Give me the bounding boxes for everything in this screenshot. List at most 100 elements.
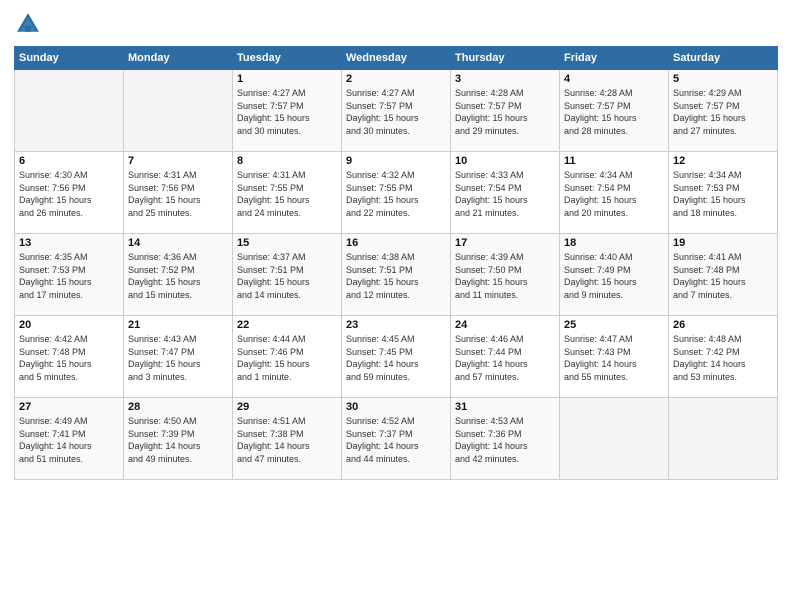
calendar-cell: 12 Sunrise: 4:34 AM Sunset: 7:53 PM Dayli… — [669, 152, 778, 234]
calendar-cell: 21 Sunrise: 4:43 AM Sunset: 7:47 PM Dayli… — [124, 316, 233, 398]
day-info: Sunrise: 4:42 AM Sunset: 7:48 PM Dayligh… — [19, 333, 119, 383]
day-info: Sunrise: 4:32 AM Sunset: 7:55 PM Dayligh… — [346, 169, 446, 219]
logo-icon — [14, 10, 42, 38]
calendar-cell — [560, 398, 669, 480]
day-info: Sunrise: 4:33 AM Sunset: 7:54 PM Dayligh… — [455, 169, 555, 219]
weekday-header-row: SundayMondayTuesdayWednesdayThursdayFrid… — [15, 47, 778, 70]
day-number: 11 — [564, 155, 664, 167]
day-info: Sunrise: 4:53 AM Sunset: 7:36 PM Dayligh… — [455, 415, 555, 465]
day-number: 2 — [346, 73, 446, 85]
day-number: 25 — [564, 319, 664, 331]
calendar-cell: 1 Sunrise: 4:27 AM Sunset: 7:57 PM Daylig… — [233, 70, 342, 152]
calendar-cell: 4Sunrise: 4:28 AM Sunset: 7:57 PM Daylig… — [560, 70, 669, 152]
day-number: 22 — [237, 319, 337, 331]
logo — [14, 10, 46, 38]
day-number: 20 — [19, 319, 119, 331]
day-number: 15 — [237, 237, 337, 249]
day-number: 7 — [128, 155, 228, 167]
calendar-cell: 2 Sunrise: 4:27 AM Sunset: 7:57 PM Daylig… — [342, 70, 451, 152]
day-number: 26 — [673, 319, 773, 331]
calendar-cell: 20 Sunrise: 4:42 AM Sunset: 7:48 PM Dayli… — [15, 316, 124, 398]
calendar-cell: 25 Sunrise: 4:47 AM Sunset: 7:43 PM Dayli… — [560, 316, 669, 398]
day-number: 24 — [455, 319, 555, 331]
day-info: Sunrise: 4:30 AM Sunset: 7:56 PM Dayligh… — [19, 169, 119, 219]
day-info: Sunrise: 4:36 AM Sunset: 7:52 PM Dayligh… — [128, 251, 228, 301]
day-number: 18 — [564, 237, 664, 249]
day-info: Sunrise: 4:46 AM Sunset: 7:44 PM Dayligh… — [455, 333, 555, 383]
header — [14, 10, 778, 38]
day-info: Sunrise: 4:48 AM Sunset: 7:42 PM Dayligh… — [673, 333, 773, 383]
weekday-header-tuesday: Tuesday — [233, 47, 342, 70]
calendar-cell — [124, 70, 233, 152]
calendar-cell: 19 Sunrise: 4:41 AM Sunset: 7:48 PM Dayli… — [669, 234, 778, 316]
day-info: Sunrise: 4:27 AM Sunset: 7:57 PM Dayligh… — [237, 87, 337, 137]
day-number: 21 — [128, 319, 228, 331]
day-info: Sunrise: 4:35 AM Sunset: 7:53 PM Dayligh… — [19, 251, 119, 301]
calendar-cell: 31 Sunrise: 4:53 AM Sunset: 7:36 PM Dayli… — [451, 398, 560, 480]
day-number: 3 — [455, 73, 555, 85]
day-info: Sunrise: 4:27 AM Sunset: 7:57 PM Dayligh… — [346, 87, 446, 137]
day-info: Sunrise: 4:50 AM Sunset: 7:39 PM Dayligh… — [128, 415, 228, 465]
day-number: 5 — [673, 73, 773, 85]
calendar-cell: 10 Sunrise: 4:33 AM Sunset: 7:54 PM Dayli… — [451, 152, 560, 234]
weekday-header-saturday: Saturday — [669, 47, 778, 70]
calendar-cell: 22 Sunrise: 4:44 AM Sunset: 7:46 PM Dayli… — [233, 316, 342, 398]
day-info: Sunrise: 4:38 AM Sunset: 7:51 PM Dayligh… — [346, 251, 446, 301]
day-number: 10 — [455, 155, 555, 167]
calendar-week-2: 6Sunrise: 4:30 AM Sunset: 7:56 PM Daylig… — [15, 152, 778, 234]
calendar-cell: 15 Sunrise: 4:37 AM Sunset: 7:51 PM Dayli… — [233, 234, 342, 316]
calendar-cell: 29 Sunrise: 4:51 AM Sunset: 7:38 PM Dayli… — [233, 398, 342, 480]
day-info: Sunrise: 4:39 AM Sunset: 7:50 PM Dayligh… — [455, 251, 555, 301]
day-number: 28 — [128, 401, 228, 413]
weekday-header-friday: Friday — [560, 47, 669, 70]
day-info: Sunrise: 4:51 AM Sunset: 7:38 PM Dayligh… — [237, 415, 337, 465]
calendar-week-5: 27Sunrise: 4:49 AM Sunset: 7:41 PM Dayli… — [15, 398, 778, 480]
day-info: Sunrise: 4:31 AM Sunset: 7:56 PM Dayligh… — [128, 169, 228, 219]
day-info: Sunrise: 4:43 AM Sunset: 7:47 PM Dayligh… — [128, 333, 228, 383]
day-info: Sunrise: 4:45 AM Sunset: 7:45 PM Dayligh… — [346, 333, 446, 383]
day-number: 19 — [673, 237, 773, 249]
calendar-cell: 8Sunrise: 4:31 AM Sunset: 7:55 PM Daylig… — [233, 152, 342, 234]
day-number: 12 — [673, 155, 773, 167]
day-info: Sunrise: 4:28 AM Sunset: 7:57 PM Dayligh… — [455, 87, 555, 137]
calendar-cell: 17 Sunrise: 4:39 AM Sunset: 7:50 PM Dayli… — [451, 234, 560, 316]
day-info: Sunrise: 4:28 AM Sunset: 7:57 PM Dayligh… — [564, 87, 664, 137]
day-number: 16 — [346, 237, 446, 249]
day-info: Sunrise: 4:49 AM Sunset: 7:41 PM Dayligh… — [19, 415, 119, 465]
weekday-header-sunday: Sunday — [15, 47, 124, 70]
weekday-header-thursday: Thursday — [451, 47, 560, 70]
calendar-cell: 30Sunrise: 4:52 AM Sunset: 7:37 PM Dayli… — [342, 398, 451, 480]
calendar-cell: 11 Sunrise: 4:34 AM Sunset: 7:54 PM Dayli… — [560, 152, 669, 234]
calendar-cell: 14Sunrise: 4:36 AM Sunset: 7:52 PM Dayli… — [124, 234, 233, 316]
day-info: Sunrise: 4:40 AM Sunset: 7:49 PM Dayligh… — [564, 251, 664, 301]
day-number: 17 — [455, 237, 555, 249]
calendar-cell: 9 Sunrise: 4:32 AM Sunset: 7:55 PM Daylig… — [342, 152, 451, 234]
calendar-cell: 18 Sunrise: 4:40 AM Sunset: 7:49 PM Dayli… — [560, 234, 669, 316]
calendar-cell: 24 Sunrise: 4:46 AM Sunset: 7:44 PM Dayli… — [451, 316, 560, 398]
calendar-cell — [669, 398, 778, 480]
day-number: 30 — [346, 401, 446, 413]
day-number: 29 — [237, 401, 337, 413]
weekday-header-wednesday: Wednesday — [342, 47, 451, 70]
day-number: 9 — [346, 155, 446, 167]
calendar-cell: 7 Sunrise: 4:31 AM Sunset: 7:56 PM Daylig… — [124, 152, 233, 234]
day-info: Sunrise: 4:34 AM Sunset: 7:54 PM Dayligh… — [564, 169, 664, 219]
day-info: Sunrise: 4:34 AM Sunset: 7:53 PM Dayligh… — [673, 169, 773, 219]
calendar-cell: 28 Sunrise: 4:50 AM Sunset: 7:39 PM Dayli… — [124, 398, 233, 480]
calendar-cell: 3 Sunrise: 4:28 AM Sunset: 7:57 PM Daylig… — [451, 70, 560, 152]
weekday-header-monday: Monday — [124, 47, 233, 70]
day-info: Sunrise: 4:47 AM Sunset: 7:43 PM Dayligh… — [564, 333, 664, 383]
calendar-week-4: 20 Sunrise: 4:42 AM Sunset: 7:48 PM Dayli… — [15, 316, 778, 398]
day-info: Sunrise: 4:44 AM Sunset: 7:46 PM Dayligh… — [237, 333, 337, 383]
day-number: 31 — [455, 401, 555, 413]
day-number: 13 — [19, 237, 119, 249]
calendar-cell: 6Sunrise: 4:30 AM Sunset: 7:56 PM Daylig… — [15, 152, 124, 234]
day-info: Sunrise: 4:31 AM Sunset: 7:55 PM Dayligh… — [237, 169, 337, 219]
day-info: Sunrise: 4:41 AM Sunset: 7:48 PM Dayligh… — [673, 251, 773, 301]
calendar-cell: 27Sunrise: 4:49 AM Sunset: 7:41 PM Dayli… — [15, 398, 124, 480]
calendar-week-1: 1 Sunrise: 4:27 AM Sunset: 7:57 PM Daylig… — [15, 70, 778, 152]
day-number: 1 — [237, 73, 337, 85]
calendar-cell: 5Sunrise: 4:29 AM Sunset: 7:57 PM Daylig… — [669, 70, 778, 152]
calendar-cell: 23Sunrise: 4:45 AM Sunset: 7:45 PM Dayli… — [342, 316, 451, 398]
day-info: Sunrise: 4:37 AM Sunset: 7:51 PM Dayligh… — [237, 251, 337, 301]
